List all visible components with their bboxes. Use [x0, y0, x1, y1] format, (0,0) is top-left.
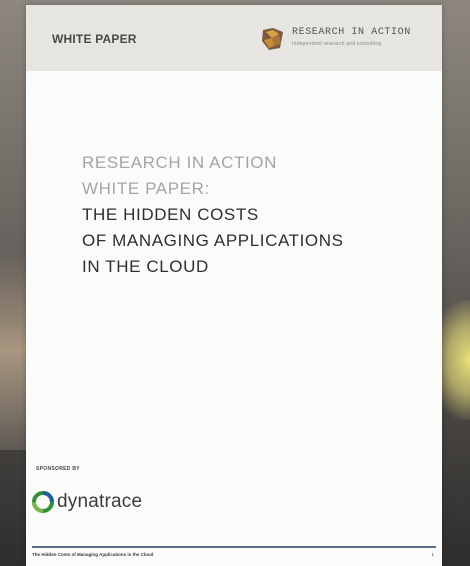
title-line-publisher: RESEARCH IN ACTION	[82, 153, 277, 172]
document-header: WHITE PAPER RESEARCH IN ACTION Independe…	[26, 5, 442, 71]
title-line-heading-3: IN THE CLOUD	[82, 257, 209, 276]
footer-divider	[32, 546, 436, 548]
title-line-heading-2: OF MANAGING APPLICATIONS	[82, 231, 344, 250]
sponsor-logo: dynatrace	[32, 488, 142, 516]
sponsor-name: dynatrace	[57, 491, 143, 512]
document-title: RESEARCH IN ACTION WHITE PAPER: THE HIDD…	[82, 150, 422, 280]
title-line-heading-1: THE HIDDEN COSTS	[82, 205, 259, 224]
document-page: WHITE PAPER RESEARCH IN ACTION Independe…	[26, 5, 442, 566]
sponsor-label: SPONSORED BY	[36, 466, 80, 472]
page-number: 1	[431, 552, 434, 557]
dynatrace-logo-icon	[32, 491, 54, 513]
document-type-label: WHITE PAPER	[52, 32, 137, 46]
title-line-type: WHITE PAPER:	[82, 179, 210, 198]
research-in-action-logo-icon	[262, 28, 283, 50]
footer-title: The Hidden Costs of Managing Application…	[32, 552, 154, 557]
brand-tagline: Independent research and consulting	[292, 41, 382, 47]
research-in-action-brand: RESEARCH IN ACTION Independent research …	[260, 24, 430, 54]
brand-name: RESEARCH IN ACTION	[292, 27, 411, 38]
